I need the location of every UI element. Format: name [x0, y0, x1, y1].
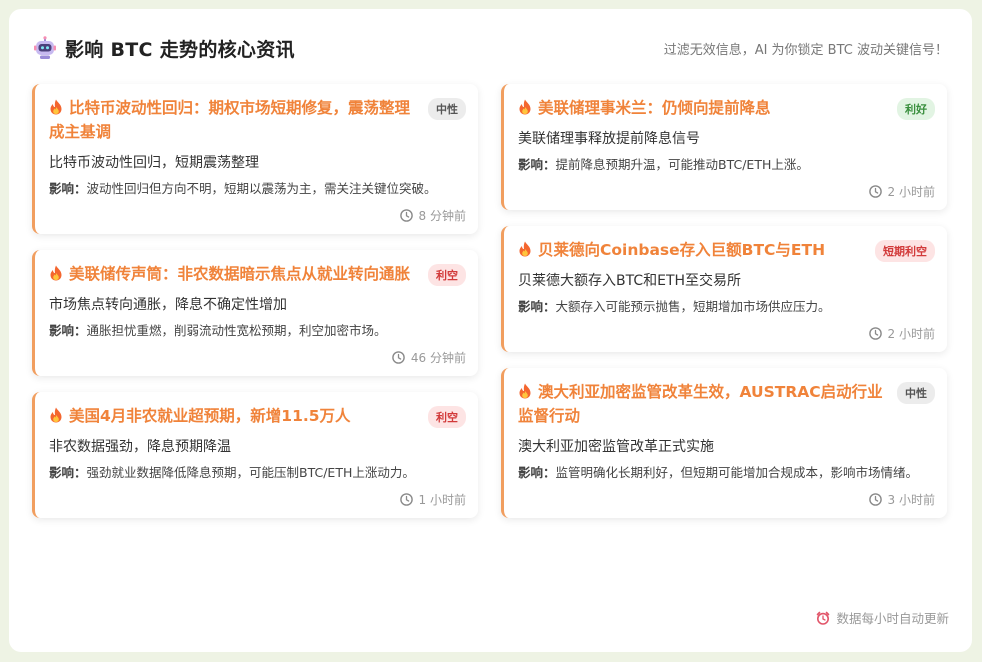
news-title-text: 美联储传声筒：非农数据暗示焦点从就业转向通胀 [69, 265, 411, 283]
sentiment-badge: 中性 [428, 98, 466, 120]
impact-label: 影响： [518, 299, 556, 314]
card-head: 比特币波动性回归：期权市场短期修复，震荡整理成主基调 中性 [49, 96, 466, 144]
clock-icon [392, 351, 405, 364]
footer: 数据每小时自动更新 [816, 608, 949, 627]
timestamp-row: 8 分钟前 [49, 207, 466, 224]
sentiment-badge: 利空 [428, 264, 466, 286]
news-title[interactable]: 澳大利亚加密监管改革生效，AUSTRAC启动行业监督行动 [518, 380, 897, 428]
news-summary: 市场焦点转向通胀，降息不确定性增加 [49, 297, 287, 313]
impact-label: 影响： [49, 323, 87, 338]
news-timestamp: 1 小时前 [418, 493, 466, 507]
news-title[interactable]: 贝莱德向Coinbase存入巨额BTC与ETH [518, 238, 875, 262]
news-summary: 澳大利亚加密监管改革正式实施 [518, 439, 714, 455]
header: 影响 BTC 走势的核心资讯 过滤无效信息，AI 为你锁定 BTC 波动关键信号… [33, 33, 948, 63]
impact-text: 波动性回归但方向不明，短期以震荡为主，需关注关键位突破。 [86, 181, 437, 196]
card-head: 澳大利亚加密监管改革生效，AUSTRAC启动行业监督行动 中性 [518, 380, 935, 428]
fire-icon [50, 99, 62, 115]
news-impact: 影响：提前降息预期升温，可能推动BTC/ETH上涨。 [518, 155, 935, 174]
news-timestamp: 8 分钟前 [418, 209, 466, 223]
news-card[interactable]: 贝莱德向Coinbase存入巨额BTC与ETH 短期利空 贝莱德大额存入BTC和… [501, 226, 947, 352]
news-panel: 影响 BTC 走势的核心资讯 过滤无效信息，AI 为你锁定 BTC 波动关键信号… [9, 9, 972, 652]
news-timestamp: 2 小时前 [887, 185, 935, 199]
news-title[interactable]: 美联储传声筒：非农数据暗示焦点从就业转向通胀 [49, 262, 428, 286]
clock-icon [868, 327, 882, 340]
timestamp-row: 1 小时前 [49, 491, 466, 508]
news-impact: 影响：监管明确化长期利好，但短期可能增加合规成本，影响市场情绪。 [518, 463, 935, 482]
impact-text: 大额存入可能预示抛售，短期增加市场供应压力。 [555, 299, 831, 314]
sentiment-badge: 中性 [897, 382, 935, 404]
news-card[interactable]: 比特币波动性回归：期权市场短期修复，震荡整理成主基调 中性 比特币波动性回归，短… [32, 84, 478, 234]
clock-icon [399, 493, 413, 506]
news-title-text: 美国4月非农就业超预期，新增11.5万人 [69, 407, 351, 425]
impact-text: 通胀担忧重燃，削弱流动性宽松预期，利空加密市场。 [86, 323, 387, 338]
card-head: 美联储传声筒：非农数据暗示焦点从就业转向通胀 利空 [49, 262, 466, 286]
news-summary: 贝莱德大额存入BTC和ETH至交易所 [518, 273, 742, 289]
news-title[interactable]: 美国4月非农就业超预期，新增11.5万人 [49, 404, 428, 428]
news-summary: 非农数据强劲，降息预期降温 [49, 439, 231, 455]
impact-text: 提前降息预期升温，可能推动BTC/ETH上涨。 [555, 157, 809, 172]
news-impact: 影响：大额存入可能预示抛售，短期增加市场供应压力。 [518, 297, 935, 316]
page-title: 影响 BTC 走势的核心资讯 [65, 38, 295, 61]
fire-icon [50, 265, 62, 281]
fire-icon [519, 241, 531, 257]
news-timestamp: 2 小时前 [887, 327, 935, 341]
news-column-left: 比特币波动性回归：期权市场短期修复，震荡整理成主基调 中性 比特币波动性回归，短… [32, 84, 478, 534]
timestamp-row: 2 小时前 [518, 183, 935, 200]
fire-icon [519, 383, 531, 399]
news-summary: 美联储理事释放提前降息信号 [518, 131, 700, 147]
alarm-clock-icon [817, 611, 830, 625]
clock-icon [868, 185, 882, 198]
robot-icon [34, 36, 56, 59]
news-card[interactable]: 美国4月非农就业超预期，新增11.5万人 利空 非农数据强劲，降息预期降温 影响… [32, 392, 478, 518]
card-head: 美联储理事米兰：仍倾向提前降息 利好 [518, 96, 935, 120]
news-timestamp: 3 小时前 [887, 493, 935, 507]
fire-icon [50, 407, 62, 423]
news-title-text: 贝莱德向Coinbase存入巨额BTC与ETH [538, 241, 826, 259]
news-title[interactable]: 比特币波动性回归：期权市场短期修复，震荡整理成主基调 [49, 96, 428, 144]
news-summary: 比特币波动性回归，短期震荡整理 [49, 155, 259, 171]
news-column-right: 美联储理事米兰：仍倾向提前降息 利好 美联储理事释放提前降息信号 影响：提前降息… [501, 84, 947, 534]
news-card[interactable]: 美联储传声筒：非农数据暗示焦点从就业转向通胀 利空 市场焦点转向通胀，降息不确定… [32, 250, 478, 376]
card-head: 美国4月非农就业超预期，新增11.5万人 利空 [49, 404, 466, 428]
sentiment-badge: 利空 [428, 406, 466, 428]
news-timestamp: 46 分钟前 [410, 351, 466, 365]
news-impact: 影响：强劲就业数据降低降息预期，可能压制BTC/ETH上涨动力。 [49, 463, 466, 482]
timestamp-row: 2 小时前 [518, 325, 935, 342]
timestamp-row: 3 小时前 [518, 491, 935, 508]
fire-icon [519, 99, 531, 115]
title-wrap: 影响 BTC 走势的核心资讯 [33, 35, 295, 62]
clock-icon [399, 209, 413, 222]
impact-text: 监管明确化长期利好，但短期可能增加合规成本，影响市场情绪。 [555, 465, 919, 480]
news-impact: 影响：通胀担忧重燃，削弱流动性宽松预期，利空加密市场。 [49, 321, 466, 340]
page-subtitle: 过滤无效信息，AI 为你锁定 BTC 波动关键信号！ [663, 42, 948, 58]
news-title-text: 美联储理事米兰：仍倾向提前降息 [538, 99, 771, 117]
clock-icon [868, 493, 882, 506]
news-title[interactable]: 美联储理事米兰：仍倾向提前降息 [518, 96, 897, 120]
impact-label: 影响： [49, 181, 87, 196]
impact-label: 影响： [518, 157, 556, 172]
impact-label: 影响： [49, 465, 87, 480]
card-head: 贝莱德向Coinbase存入巨额BTC与ETH 短期利空 [518, 238, 935, 262]
sentiment-badge: 利好 [897, 98, 935, 120]
sentiment-badge: 短期利空 [875, 240, 935, 262]
news-title-text: 比特币波动性回归：期权市场短期修复，震荡整理成主基调 [49, 99, 411, 141]
news-title-text: 澳大利亚加密监管改革生效，AUSTRAC启动行业监督行动 [518, 383, 883, 425]
news-impact: 影响：波动性回归但方向不明，短期以震荡为主，需关注关键位突破。 [49, 179, 466, 198]
news-card[interactable]: 美联储理事米兰：仍倾向提前降息 利好 美联储理事释放提前降息信号 影响：提前降息… [501, 84, 947, 210]
impact-text: 强劲就业数据降低降息预期，可能压制BTC/ETH上涨动力。 [86, 465, 415, 480]
footer-text: 数据每小时自动更新 [836, 611, 949, 626]
news-card[interactable]: 澳大利亚加密监管改革生效，AUSTRAC启动行业监督行动 中性 澳大利亚加密监管… [501, 368, 947, 518]
impact-label: 影响： [518, 465, 556, 480]
timestamp-row: 46 分钟前 [49, 349, 466, 366]
